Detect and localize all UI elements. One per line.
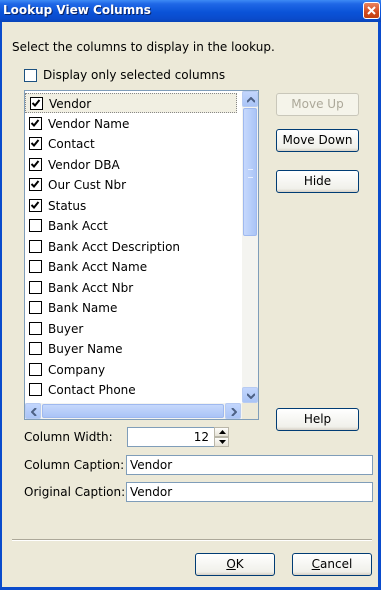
check-icon	[30, 159, 40, 168]
horizontal-scroll-thumb[interactable]	[42, 404, 224, 418]
chevron-down-icon	[247, 393, 255, 399]
display-only-selected-label[interactable]: Display only selected columns	[43, 68, 225, 82]
window-title: Lookup View Columns	[3, 3, 151, 17]
column-checkbox[interactable]	[29, 342, 42, 355]
column-checkbox[interactable]	[29, 280, 42, 294]
chevron-left-icon	[31, 408, 37, 416]
column-label: Vendor	[49, 97, 92, 111]
column-label: Our Cust Nbr	[48, 178, 127, 192]
scroll-down-button[interactable]	[242, 387, 258, 403]
spin-up-button[interactable]	[214, 427, 229, 437]
list-item[interactable]: Buyer Name	[25, 339, 237, 359]
column-checkbox[interactable]	[29, 198, 42, 212]
cancel-label-rest: ancel	[320, 557, 353, 571]
horizontal-scrollbar[interactable]	[25, 403, 242, 419]
list-item[interactable]: Bank Acct Nbr	[25, 278, 237, 298]
column-checkbox[interactable]	[29, 178, 42, 191]
move-down-button[interactable]: Move Down	[276, 129, 359, 152]
column-label: Bank Name	[48, 301, 118, 315]
original-caption-input[interactable]: Vendor	[126, 482, 373, 502]
column-checkbox[interactable]	[29, 362, 42, 376]
chevron-down-icon	[219, 440, 226, 444]
check-icon	[30, 200, 40, 209]
columns-listbox[interactable]: Vendor Vendor Name Contact Vendor DBA Our Cu…	[24, 90, 259, 420]
vertical-scroll-thumb[interactable]	[243, 108, 257, 236]
scroll-left-button[interactable]	[25, 403, 41, 419]
check-icon	[30, 139, 40, 147]
column-width-spinner[interactable]	[214, 427, 229, 447]
vertical-scrollbar[interactable]	[242, 91, 258, 403]
chevron-right-icon	[231, 408, 237, 416]
column-label: Company	[48, 362, 106, 377]
chevron-up-icon	[219, 430, 226, 434]
list-item[interactable]: Company	[25, 360, 237, 380]
column-label: Status	[48, 198, 87, 213]
help-button[interactable]: Help	[276, 408, 359, 431]
column-label: Buyer	[48, 321, 84, 336]
column-checkbox[interactable]	[29, 137, 42, 150]
column-label: Buyer Name	[48, 342, 123, 356]
column-caption-label: Column Caption:	[24, 458, 125, 472]
scroll-right-button[interactable]	[225, 403, 241, 419]
cancel-button[interactable]: Cancel	[292, 553, 372, 576]
column-checkbox[interactable]	[29, 116, 42, 130]
scroll-up-button[interactable]	[242, 91, 258, 107]
list-item[interactable]: Buyer	[25, 319, 237, 339]
close-button[interactable]	[363, 2, 380, 19]
list-item[interactable]: Bank Acct Name	[25, 257, 237, 277]
column-checkbox[interactable]	[29, 239, 42, 253]
column-caption-input[interactable]: Vendor	[126, 455, 373, 475]
list-item[interactable]: Our Cust Nbr	[25, 175, 237, 195]
list-item[interactable]: Bank Acct	[25, 216, 237, 236]
list-item[interactable]: Bank Acct Description	[25, 237, 237, 257]
spin-down-button[interactable]	[214, 437, 229, 447]
column-checkbox[interactable]	[29, 219, 42, 232]
display-only-selected-checkbox[interactable]	[24, 69, 37, 82]
list-item[interactable]: Contact Phone	[25, 380, 237, 400]
close-icon	[367, 6, 376, 15]
list-item[interactable]: Vendor Name	[25, 114, 237, 134]
cancel-accelerator: C	[311, 557, 321, 571]
column-checkbox[interactable]	[29, 260, 42, 273]
separator	[12, 539, 372, 541]
list-item[interactable]: Bank Name	[25, 298, 237, 318]
original-caption-label: Original Caption:	[24, 485, 126, 499]
column-label: Vendor DBA	[48, 157, 120, 172]
check-icon	[31, 99, 41, 107]
instructions-text: Select the columns to display in the loo…	[12, 40, 275, 54]
window-frame-left	[0, 22, 2, 590]
chevron-up-icon	[247, 97, 255, 103]
ok-label-rest: K	[235, 557, 244, 571]
check-icon	[30, 180, 40, 188]
hide-button[interactable]: Hide	[276, 170, 359, 193]
column-label: Bank Acct	[48, 219, 108, 233]
column-width-label: Column Width:	[24, 430, 113, 444]
column-checkbox[interactable]	[29, 321, 42, 335]
list-item[interactable]: Contact	[25, 134, 237, 154]
title-bar[interactable]: Lookup View Columns	[0, 0, 381, 22]
ok-button[interactable]: OK	[195, 553, 275, 576]
list-item[interactable]: Vendor	[25, 93, 237, 113]
scrollbar-corner	[242, 403, 258, 419]
column-label: Bank Acct Nbr	[48, 280, 134, 295]
column-label: Contact Phone	[48, 383, 136, 397]
list-item[interactable]: Vendor DBA	[25, 155, 237, 175]
ok-accelerator: O	[226, 557, 236, 571]
column-label: Bank Acct Name	[48, 260, 148, 274]
column-label: Contact	[48, 137, 95, 151]
scroll-grip	[248, 169, 253, 178]
column-width-input[interactable]: 12	[127, 427, 215, 447]
list-item[interactable]: Status	[25, 196, 237, 216]
column-checkbox[interactable]	[30, 97, 43, 110]
move-up-button[interactable]: Move Up	[276, 93, 359, 116]
column-checkbox[interactable]	[29, 301, 42, 314]
column-checkbox[interactable]	[29, 157, 42, 171]
column-checkbox[interactable]	[29, 383, 42, 396]
column-label: Bank Acct Description	[48, 239, 181, 254]
check-icon	[30, 118, 40, 127]
column-label: Vendor Name	[48, 116, 130, 131]
